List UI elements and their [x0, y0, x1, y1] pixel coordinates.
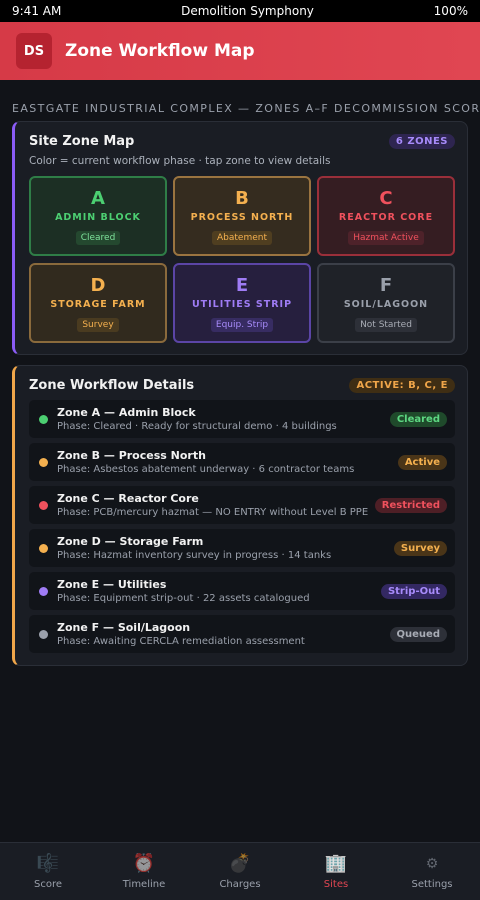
details-card-title: Zone Workflow Details [29, 378, 195, 393]
zone-detail-row-c[interactable]: Zone C — Reactor Core Phase: PCB/mercury… [29, 486, 455, 524]
zone-letter: A [91, 188, 105, 209]
zone-phase-tag: Abatement [212, 231, 272, 245]
status-dot [39, 586, 48, 596]
zone-detail-phase: Phase: Hazmat inventory survey in progre… [57, 550, 332, 561]
bomb-icon: 💣 [228, 853, 252, 874]
zone-name: STORAGE FARM [50, 299, 146, 310]
zone-detail-row-a[interactable]: Zone A — Admin Block Phase: Cleared · Re… [29, 400, 455, 438]
zone-grid: A ADMIN BLOCK Cleared B PROCESS NORTH Ab… [29, 176, 455, 343]
zone-detail-phase: Phase: Awaiting CERCLA remediation asses… [57, 636, 305, 647]
zone-phase-tag: Hazmat Active [348, 231, 424, 245]
zone-detail-title: Zone B — Process North [57, 449, 206, 462]
zone-tile-a[interactable]: A ADMIN BLOCK Cleared [29, 176, 167, 256]
zone-letter: B [235, 188, 249, 209]
zone-workflow-details-card: Zone Workflow Details ACTIVE: B, C, E Zo… [12, 365, 468, 666]
zone-tile-e[interactable]: E UTILITIES STRIP Equip. Strip [173, 263, 311, 343]
score-icon: 🎼 [36, 853, 60, 874]
zone-detail-phase: Phase: Cleared · Ready for structural de… [57, 421, 337, 432]
nav-item-charges[interactable]: 💣 Charges [192, 843, 288, 900]
status-dot [39, 629, 48, 639]
zone-count-pill: 6 ZONES [388, 134, 455, 149]
gear-icon: ⚙ [425, 856, 439, 872]
zone-detail-title: Zone A — Admin Block [57, 406, 196, 419]
zone-phase-tag: Equip. Strip [210, 318, 274, 332]
nav-item-sites[interactable]: 🏢 Sites [288, 843, 384, 900]
zone-letter: D [90, 275, 106, 296]
zone-name: SOIL/LAGOON [343, 299, 429, 310]
nav-item-timeline[interactable]: ⏰ Timeline [96, 843, 192, 900]
page-title: Zone Workflow Map [65, 41, 255, 61]
zone-detail-title: Zone F — Soil/Lagoon [57, 621, 191, 634]
nav-item-score[interactable]: 🎼 Score [0, 843, 96, 900]
map-card-subtitle: Color = current workflow phase · tap zon… [29, 155, 331, 167]
app-header: DS Zone Workflow Map [0, 22, 480, 80]
zone-detail-row-e[interactable]: Zone E — Utilities Phase: Equipment stri… [29, 572, 455, 610]
zone-name: PROCESS NORTH [190, 212, 294, 223]
status-dot [39, 543, 48, 553]
zone-phase-tag: Cleared [75, 231, 121, 245]
zone-detail-list: Zone A — Admin Block Phase: Cleared · Re… [29, 400, 455, 653]
status-dot [39, 500, 48, 510]
map-card-title: Site Zone Map [29, 134, 135, 149]
buildings-icon: 🏢 [324, 853, 348, 874]
site-caption: EASTGATE INDUSTRIAL COMPLEX — ZONES A–F … [12, 102, 480, 115]
nav-label: Settings [411, 879, 453, 890]
zone-tile-f[interactable]: F SOIL/LAGOON Not Started [317, 263, 455, 343]
zone-detail-title: Zone D — Storage Farm [57, 535, 204, 548]
nav-label: Timeline [122, 879, 166, 890]
status-battery: 100% [433, 4, 468, 18]
status-time: 9:41 AM [12, 4, 62, 18]
status-badge: Queued [389, 626, 447, 642]
zone-letter: E [235, 275, 249, 296]
nav-item-settings[interactable]: ⚙ Settings [384, 843, 480, 900]
status-badge: Restricted [374, 497, 447, 513]
status-badge: Survey [393, 540, 447, 556]
zone-tile-b[interactable]: B PROCESS NORTH Abatement [173, 176, 311, 256]
app-logo: DS [16, 33, 52, 69]
zone-name: REACTOR CORE [338, 212, 434, 223]
status-badge: Strip-Out [380, 583, 447, 599]
status-bar: 9:41 AM Demolition Symphony 100% [0, 0, 480, 22]
zone-detail-title: Zone C — Reactor Core [57, 492, 199, 505]
bottom-nav: 🎼 Score ⏰ Timeline 💣 Charges 🏢 Sites ⚙ S… [0, 842, 480, 900]
zone-detail-phase: Phase: PCB/mercury hazmat — NO ENTRY wit… [57, 507, 369, 518]
zone-detail-row-b[interactable]: Zone B — Process North Phase: Asbestos a… [29, 443, 455, 481]
zone-phase-tag: Survey [77, 318, 119, 332]
zone-name: UTILITIES STRIP [191, 299, 293, 310]
nav-label: Sites [323, 879, 349, 890]
zone-tile-d[interactable]: D STORAGE FARM Survey [29, 263, 167, 343]
zone-name: ADMIN BLOCK [55, 212, 141, 223]
status-badge: Cleared [389, 411, 447, 427]
zone-letter: C [379, 188, 393, 209]
zone-detail-row-f[interactable]: Zone F — Soil/Lagoon Phase: Awaiting CER… [29, 615, 455, 653]
site-zone-map-card: Site Zone Map 6 ZONES Color = current wo… [12, 121, 468, 355]
status-badge: Active [397, 454, 447, 470]
active-zones-pill: ACTIVE: B, C, E [349, 378, 455, 393]
zone-phase-tag: Not Started [355, 318, 417, 332]
nav-label: Score [33, 879, 62, 890]
status-app-name: Demolition Symphony [181, 4, 314, 18]
zone-letter: F [379, 275, 393, 296]
zone-detail-row-d[interactable]: Zone D — Storage Farm Phase: Hazmat inve… [29, 529, 455, 567]
zone-detail-title: Zone E — Utilities [57, 578, 167, 591]
nav-label: Charges [219, 879, 261, 890]
alarm-clock-icon: ⏰ [132, 853, 156, 874]
zone-detail-phase: Phase: Equipment strip-out · 22 assets c… [57, 593, 310, 604]
status-dot [39, 457, 48, 467]
zone-detail-phase: Phase: Asbestos abatement underway · 6 c… [57, 464, 355, 475]
zone-tile-c[interactable]: C REACTOR CORE Hazmat Active [317, 176, 455, 256]
status-dot [39, 414, 48, 424]
